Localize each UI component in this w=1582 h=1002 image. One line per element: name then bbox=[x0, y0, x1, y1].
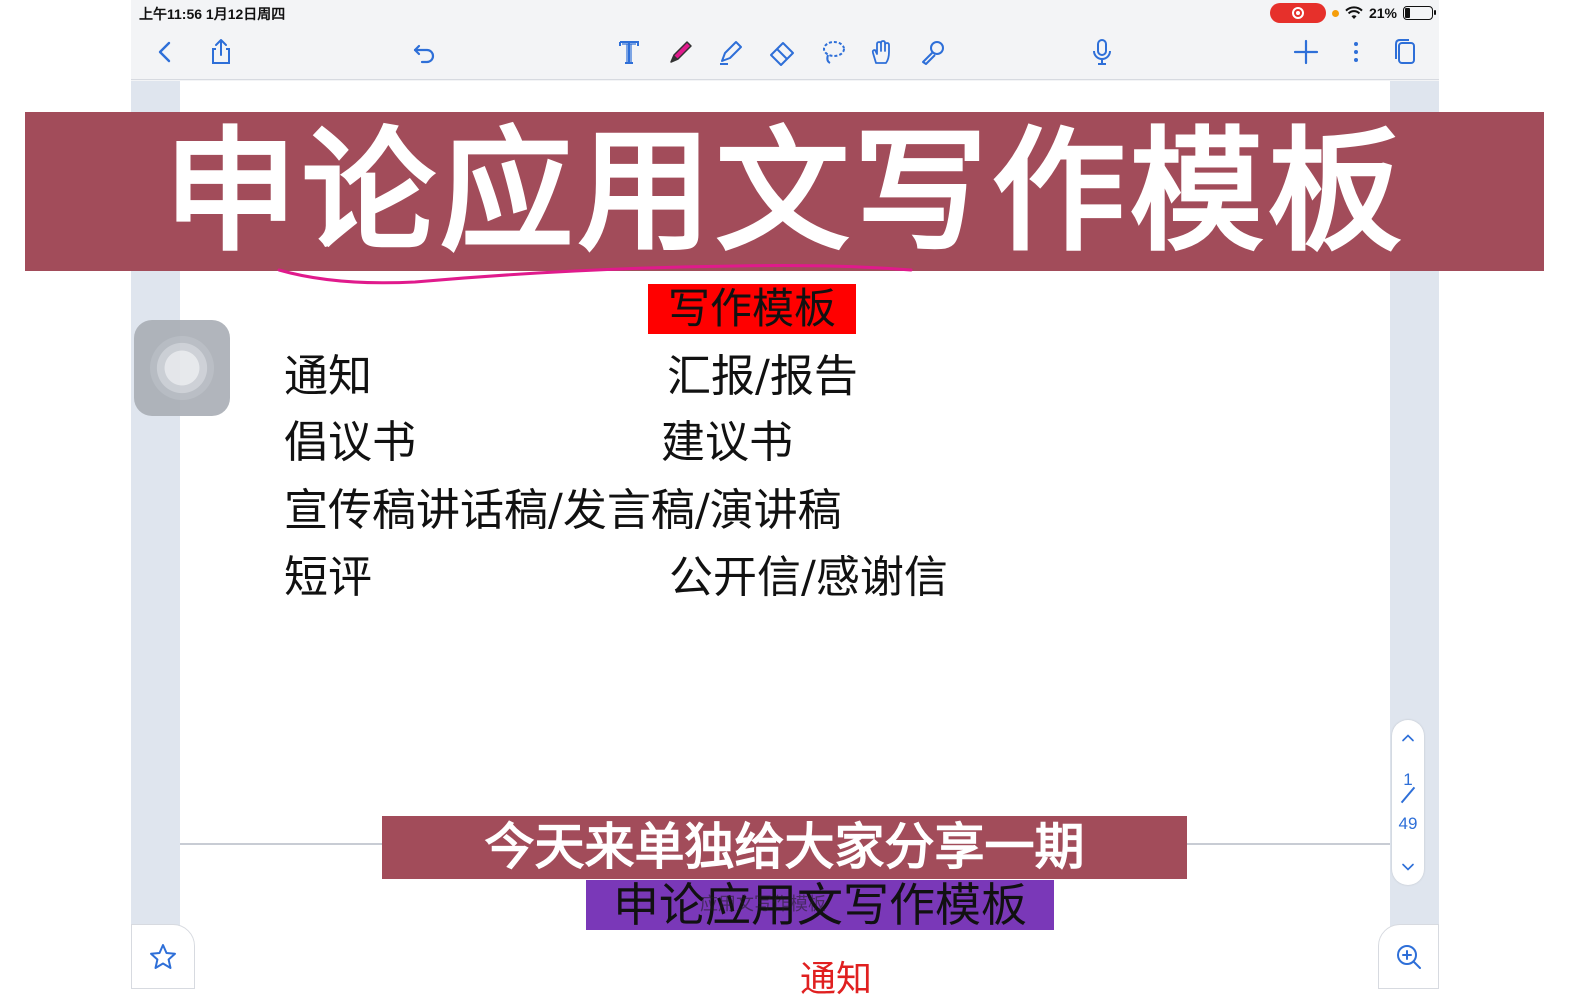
title-banner: 申论应用文写作模板 bbox=[25, 112, 1544, 271]
pages-icon[interactable] bbox=[1387, 34, 1423, 70]
template-item-report: 汇报/报告 bbox=[667, 351, 858, 402]
page-navigator: 1 49 bbox=[1392, 720, 1424, 885]
current-page: 1 bbox=[1403, 770, 1413, 789]
toolbar bbox=[131, 26, 1439, 80]
hand-icon[interactable] bbox=[864, 34, 900, 70]
wifi-icon bbox=[1345, 6, 1363, 19]
template-item-notice: 通知 bbox=[284, 351, 372, 402]
page-heading-underneath: 应用文写作模板 bbox=[700, 894, 826, 915]
total-pages: 49 bbox=[1398, 814, 1418, 833]
add-icon[interactable] bbox=[1288, 34, 1324, 70]
highlighter-icon[interactable] bbox=[713, 34, 749, 70]
next-section-heading: 通知 bbox=[800, 959, 873, 1000]
text-tool-icon[interactable] bbox=[611, 34, 647, 70]
eraser-icon[interactable] bbox=[764, 34, 800, 70]
status-icons: 21% bbox=[1269, 3, 1436, 23]
microphone-icon[interactable] bbox=[1084, 34, 1120, 70]
banner-title: 申论应用文写作模板 bbox=[163, 113, 1406, 270]
favorite-star-icon[interactable] bbox=[131, 924, 195, 989]
battery-icon bbox=[1403, 6, 1436, 20]
template-item-open-letter: 公开信/感谢信 bbox=[669, 552, 948, 603]
zoom-in-icon[interactable] bbox=[1378, 924, 1439, 989]
status-time: 上午11:56 1月12日周四 bbox=[139, 6, 286, 22]
more-icon[interactable] bbox=[1338, 34, 1374, 70]
lasso-icon[interactable] bbox=[815, 34, 851, 70]
section-label: 写作模板 bbox=[648, 284, 856, 334]
back-icon[interactable] bbox=[147, 34, 183, 70]
battery-percent: 21% bbox=[1368, 5, 1397, 21]
laser-pointer-icon[interactable] bbox=[915, 34, 951, 70]
share-icon[interactable] bbox=[203, 34, 239, 70]
template-item-proposal: 倡议书 bbox=[284, 417, 416, 468]
screen-recording-icon[interactable] bbox=[1269, 3, 1326, 23]
page-down-icon[interactable] bbox=[1396, 855, 1420, 879]
template-item-commentary: 短评 bbox=[284, 552, 372, 603]
privacy-indicator-icon bbox=[1331, 9, 1339, 17]
assistive-touch-button[interactable] bbox=[134, 320, 230, 416]
subtitle-line-1: 今天来单独给大家分享一期 bbox=[382, 816, 1187, 879]
pen-icon[interactable] bbox=[663, 34, 699, 70]
template-item-speech: 宣传稿讲话稿/发言稿/演讲稿 bbox=[284, 485, 842, 536]
undo-icon[interactable] bbox=[407, 34, 443, 70]
page-up-icon[interactable] bbox=[1396, 726, 1420, 750]
template-item-suggestion: 建议书 bbox=[661, 417, 793, 468]
status-bar: 上午11:56 1月12日周四 21% bbox=[131, 0, 1439, 26]
